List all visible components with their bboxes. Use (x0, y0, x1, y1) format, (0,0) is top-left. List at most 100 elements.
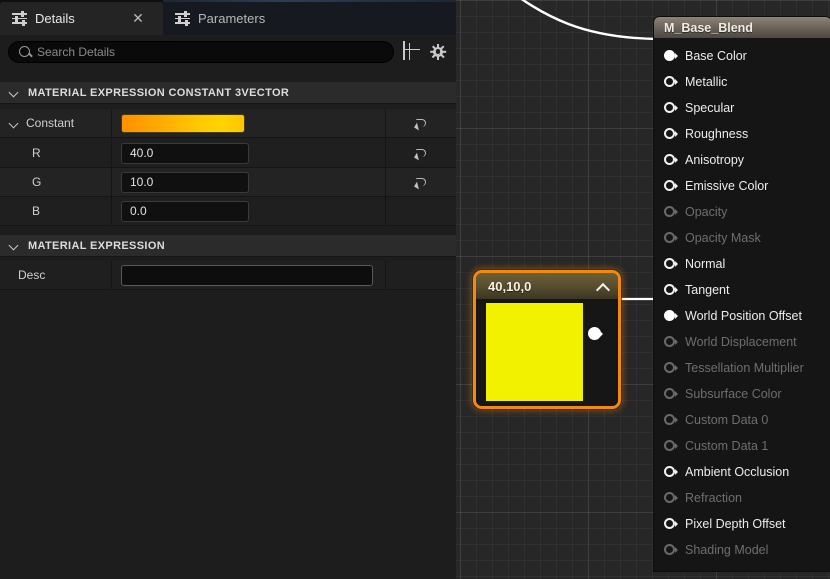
material-output-node[interactable]: M_Base_Blend Base Color Metallic Specula… (654, 17, 830, 571)
pin-connector-icon[interactable] (664, 154, 678, 167)
node-pin-list: Base Color Metallic Specular Roughness A… (654, 38, 830, 571)
pin-label: Opacity Mask (685, 231, 761, 245)
pin-label: World Position Offset (685, 309, 802, 323)
pin-connector-icon[interactable] (664, 128, 678, 141)
pin-row-anisotropy[interactable]: Anisotropy (654, 147, 830, 173)
pin-label: Refraction (685, 491, 742, 505)
pin-connector-icon (664, 206, 678, 219)
chevron-down-icon (10, 241, 19, 250)
revert-icon[interactable] (414, 147, 428, 160)
property-row-constant[interactable]: Constant (0, 109, 456, 138)
pin-connector-icon[interactable] (664, 258, 678, 271)
pin-connector-icon[interactable] (664, 50, 678, 63)
property-value-b: 0.0 (112, 197, 386, 225)
tab-parameters[interactable]: Parameters (163, 2, 463, 35)
property-row-r[interactable]: R 40.0 (0, 139, 456, 168)
section-header-material-expression[interactable]: MATERIAL EXPRESSION (0, 235, 456, 257)
pin-row-normal[interactable]: Normal (654, 251, 830, 277)
pin-label: Base Color (685, 49, 747, 63)
pin-connector-icon (664, 362, 678, 375)
property-value-constant (112, 109, 386, 137)
close-icon[interactable]: ✕ (131, 11, 145, 25)
revert-icon[interactable] (414, 176, 428, 189)
pin-connector-icon (664, 414, 678, 427)
constant3vector-node[interactable]: 40,10,0 (473, 270, 621, 409)
color-swatch-button[interactable] (121, 113, 245, 133)
search-toolbar: Search Details (0, 35, 456, 68)
pin-label: Roughness (685, 127, 749, 141)
material-graph-canvas[interactable]: M_Base_Blend Base Color Metallic Specula… (456, 0, 830, 579)
section-header-constant3vector[interactable]: MATERIAL EXPRESSION CONSTANT 3VECTOR (0, 82, 456, 104)
pin-connector-icon[interactable] (664, 284, 678, 297)
property-name: B (32, 204, 41, 218)
pin-row-pixel-depth-offset[interactable]: Pixel Depth Offset (654, 511, 830, 537)
revert-cell (386, 197, 456, 225)
property-value-g: 10.0 (112, 168, 386, 196)
pin-row-opacity: Opacity (654, 199, 830, 225)
pin-row-refraction: Refraction (654, 485, 830, 511)
desc-input[interactable] (121, 264, 373, 286)
pin-row-ambient-occlusion[interactable]: Ambient Occlusion (654, 459, 830, 485)
pin-label: Opacity (685, 205, 728, 219)
column-view-icon[interactable] (401, 40, 421, 62)
pin-label: Ambient Occlusion (685, 465, 790, 479)
pin-connector-icon[interactable] (664, 466, 678, 479)
pin-label: Normal (685, 257, 726, 271)
property-label-b: B (0, 197, 112, 225)
g-input[interactable]: 10.0 (121, 171, 249, 193)
pin-connector-icon[interactable] (664, 102, 678, 115)
b-input[interactable]: 0.0 (121, 200, 249, 222)
property-name: G (32, 175, 42, 189)
pin-label: Subsurface Color (685, 387, 782, 401)
chevron-up-icon[interactable] (596, 282, 609, 291)
revert-cell (386, 168, 456, 196)
property-value-r: 40.0 (112, 139, 386, 167)
pin-row-base-color[interactable]: Base Color (654, 43, 830, 69)
property-label-constant: Constant (0, 109, 112, 137)
pin-row-specular[interactable]: Specular (654, 95, 830, 121)
property-row-g[interactable]: G 10.0 (0, 168, 456, 197)
section-title: MATERIAL EXPRESSION (28, 239, 166, 252)
pin-connector-icon (664, 388, 678, 401)
pin-connector-icon[interactable] (664, 518, 678, 531)
pin-label: Custom Data 0 (685, 413, 769, 427)
pin-row-roughness[interactable]: Roughness (654, 121, 830, 147)
property-row-b[interactable]: B 0.0 (0, 197, 456, 226)
pin-row-tessellation-multiplier: Tessellation Multiplier (654, 355, 830, 381)
pin-connector-icon[interactable] (664, 310, 678, 323)
search-icon (19, 46, 30, 57)
pin-connector-icon[interactable] (664, 76, 678, 89)
pin-label: Anisotropy (685, 153, 745, 167)
pin-connector-icon (664, 544, 678, 557)
search-input[interactable]: Search Details (8, 40, 394, 63)
pin-row-world-position-offset[interactable]: World Position Offset (654, 303, 830, 329)
chevron-down-icon (10, 88, 19, 97)
chevron-down-icon[interactable] (10, 119, 19, 128)
output-pin-icon[interactable] (588, 327, 606, 341)
pin-connector-icon[interactable] (664, 180, 678, 193)
pin-row-metallic[interactable]: Metallic (654, 69, 830, 95)
pin-row-world-displacement: World Displacement (654, 329, 830, 355)
revert-icon[interactable] (414, 117, 428, 130)
pin-label: Tangent (685, 283, 730, 297)
pin-row-shading-model: Shading Model (654, 537, 830, 563)
sliders-icon (175, 11, 190, 27)
constant-node-title-bar[interactable]: 40,10,0 (476, 273, 618, 299)
pin-label: Shading Model (685, 543, 769, 557)
pin-label: Metallic (685, 75, 728, 89)
section-title: MATERIAL EXPRESSION CONSTANT 3VECTOR (28, 86, 290, 99)
pin-connector-icon (664, 440, 678, 453)
pin-row-subsurface-color: Subsurface Color (654, 381, 830, 407)
revert-cell (386, 261, 456, 289)
pin-connector-icon (664, 232, 678, 245)
property-label-g: G (0, 168, 112, 196)
tab-parameters-label: Parameters (198, 11, 266, 26)
pin-row-tangent[interactable]: Tangent (654, 277, 830, 303)
property-row-desc[interactable]: Desc (0, 261, 456, 290)
pin-row-emissive-color[interactable]: Emissive Color (654, 173, 830, 199)
pin-label: World Displacement (685, 335, 797, 349)
settings-gear-icon[interactable] (428, 42, 448, 62)
r-input[interactable]: 40.0 (121, 142, 249, 164)
node-title-bar[interactable]: M_Base_Blend (654, 17, 830, 38)
tab-details[interactable]: Details ✕ (0, 2, 163, 35)
